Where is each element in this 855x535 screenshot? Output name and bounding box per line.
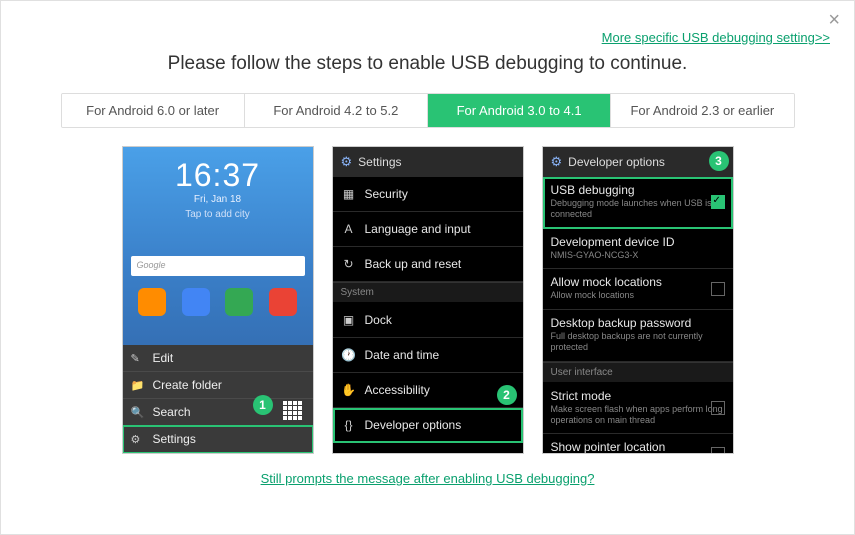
context-menu-item: ⚙ Settings	[123, 426, 313, 453]
option-desc: Full desktop backups are not currently p…	[551, 331, 725, 353]
checkbox-icon	[711, 195, 725, 209]
section-header: User interface	[543, 362, 733, 383]
option-title: Strict mode	[551, 389, 725, 403]
app-icon	[225, 288, 253, 316]
checkbox-icon	[711, 282, 725, 296]
settings-item-label: Accessibility	[365, 383, 430, 397]
settings-item: ▣ Dock	[333, 303, 523, 338]
header-text: Settings	[358, 155, 401, 169]
developer-option-item: Allow mock locationsAllow mock locations	[543, 269, 733, 310]
option-title: Desktop backup password	[551, 316, 725, 330]
menu-item-icon: ⚙	[131, 433, 145, 446]
settings-item-icon: A	[341, 222, 357, 236]
settings-header: ⚙ Settings	[333, 147, 523, 177]
gear-icon: ⚙	[341, 154, 353, 170]
screenshot-step-3: ⚙ Developer options USB debuggingDebuggi…	[542, 146, 734, 454]
menu-item-icon: ✎	[131, 352, 145, 365]
context-menu-item: 📁 Create folder	[123, 372, 313, 399]
tap-hint: Tap to add city	[123, 209, 313, 220]
checkbox-icon	[711, 447, 725, 454]
developer-option-item: Strict modeMake screen flash when apps p…	[543, 383, 733, 435]
menu-item-label: Create folder	[153, 378, 222, 392]
settings-item: 🕐 Date and time	[333, 338, 523, 373]
developer-list: USB debuggingDebugging mode launches whe…	[543, 177, 733, 454]
still-prompts-link[interactable]: Still prompts the message after enabling…	[261, 471, 595, 486]
option-title: Development device ID	[551, 235, 725, 249]
developer-option-item: USB debuggingDebugging mode launches whe…	[543, 177, 733, 229]
gear-icon: ⚙	[551, 154, 563, 170]
settings-item-icon: 🕐	[341, 348, 357, 362]
usb-debugging-dialog: × More specific USB debugging setting>> …	[0, 0, 855, 535]
google-search-bar: Google	[131, 256, 305, 276]
settings-item: ▦ Security	[333, 177, 523, 212]
header-text: Developer options	[568, 155, 665, 169]
step-badge-3: 3	[709, 151, 729, 171]
settings-item-icon: ▣	[341, 313, 357, 327]
screenshot-row: 16:37 Fri, Jan 18 Tap to add city Google…	[25, 146, 830, 454]
context-menu-item: ✎ Edit	[123, 345, 313, 372]
screenshot-step-2: ⚙ Settings ▦ Security A Language and input ↻…	[332, 146, 524, 454]
context-menu: ✎ Edit 📁 Create folder 🔍 Search ⚙ Settings	[123, 345, 313, 453]
settings-item-icon: ▦	[341, 187, 357, 201]
step-badge-2: 2	[497, 385, 517, 405]
settings-item: ✋ Accessibility	[333, 373, 523, 408]
developer-option-item: Show pointer locationScreen overlay show…	[543, 434, 733, 454]
settings-item-label: Security	[365, 187, 408, 201]
menu-item-icon: 📁	[131, 379, 145, 392]
settings-item-label: Date and time	[365, 348, 440, 362]
developer-option-item: Desktop backup passwordFull desktop back…	[543, 310, 733, 362]
settings-item-icon: {}	[341, 418, 357, 432]
dialog-title: Please follow the steps to enable USB de…	[25, 53, 830, 75]
android-version-tabs: For Android 6.0 or laterFor Android 4.2 …	[61, 93, 795, 128]
settings-item: ↻ Back up and reset	[333, 247, 523, 282]
settings-item: ⓘAbout device	[333, 443, 523, 454]
menu-item-label: Settings	[153, 432, 196, 446]
more-settings-link[interactable]: More specific USB debugging setting>>	[602, 30, 830, 45]
settings-item-label: Developer options	[365, 418, 462, 432]
apps-grid-icon	[283, 401, 307, 425]
settings-item: {} Developer options	[333, 408, 523, 443]
app-icon	[269, 288, 297, 316]
menu-item-label: Edit	[153, 351, 174, 365]
developer-option-item: Development device IDNMIS-GYAO-NCG3-X	[543, 229, 733, 270]
home-app-icons	[123, 288, 313, 316]
app-icon	[182, 288, 210, 316]
option-desc: NMIS-GYAO-NCG3-X	[551, 250, 725, 261]
menu-item-icon: 🔍	[131, 406, 145, 419]
settings-item-icon: ✋	[341, 383, 357, 397]
step-badge-1: 1	[253, 395, 273, 415]
tab-android-version[interactable]: For Android 2.3 or earlier	[611, 94, 793, 127]
settings-item: A Language and input	[333, 212, 523, 247]
option-title: Allow mock locations	[551, 275, 725, 289]
option-desc: Allow mock locations	[551, 290, 725, 301]
settings-item-label: Dock	[365, 313, 392, 327]
settings-list: ▦ Security A Language and input ↻ Back up and…	[333, 177, 523, 454]
option-desc: Debugging mode launches when USB is conn…	[551, 198, 725, 220]
date-text: Fri, Jan 18	[123, 194, 313, 205]
developer-header: ⚙ Developer options	[543, 147, 733, 177]
menu-item-label: Search	[153, 405, 191, 419]
settings-item-icon: ⓘ	[341, 453, 357, 454]
option-desc: Make screen flash when apps perform long…	[551, 404, 725, 426]
section-header: System	[333, 282, 523, 303]
option-title: Show pointer location	[551, 440, 725, 454]
top-link-row: More specific USB debugging setting>>	[25, 29, 830, 47]
tab-android-version[interactable]: For Android 4.2 to 5.2	[245, 94, 428, 127]
app-icon	[138, 288, 166, 316]
bottom-link-row: Still prompts the message after enabling…	[25, 470, 830, 488]
tab-android-version[interactable]: For Android 3.0 to 4.1	[428, 94, 611, 127]
option-title: USB debugging	[551, 183, 725, 197]
close-icon[interactable]: ×	[828, 9, 840, 32]
clock-text: 16:37	[123, 147, 313, 194]
settings-item-icon: ↻	[341, 257, 357, 271]
checkbox-icon	[711, 401, 725, 415]
screenshot-step-1: 16:37 Fri, Jan 18 Tap to add city Google…	[122, 146, 314, 454]
settings-item-label: Language and input	[365, 222, 471, 236]
tab-android-version[interactable]: For Android 6.0 or later	[62, 94, 245, 127]
settings-item-label: Back up and reset	[365, 257, 462, 271]
lockscreen-bg: 16:37 Fri, Jan 18 Tap to add city Google…	[123, 147, 313, 453]
